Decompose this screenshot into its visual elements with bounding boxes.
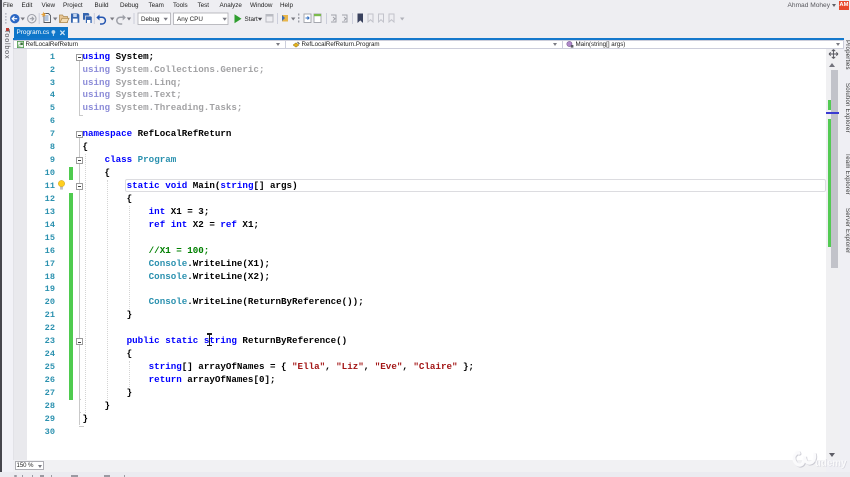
svg-text:udemy: udemy	[815, 458, 847, 469]
svg-text:Debug: Debug	[141, 16, 160, 23]
svg-text:Any CPU: Any CPU	[177, 16, 203, 23]
svg-text:Start: Start	[245, 16, 259, 23]
svg-text:C: C	[17, 43, 20, 48]
